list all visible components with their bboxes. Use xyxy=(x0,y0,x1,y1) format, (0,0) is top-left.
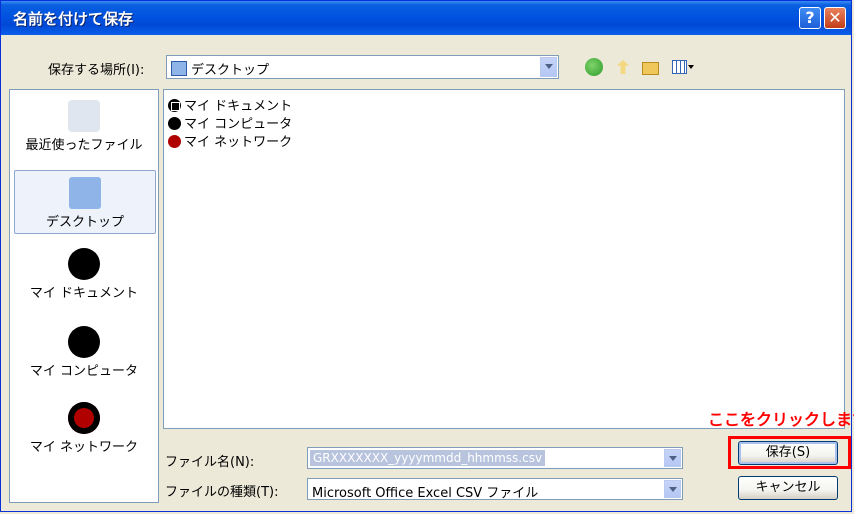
chevron-down-icon[interactable] xyxy=(664,480,681,498)
file-name: マイ ネットワーク xyxy=(184,135,293,150)
lookin-dropdown[interactable]: デスクトップ xyxy=(166,55,559,79)
list-item[interactable]: マイ ドキュメント xyxy=(168,95,292,114)
place-my-documents[interactable]: マイ ドキュメント xyxy=(14,248,154,301)
chevron-down-icon[interactable] xyxy=(540,57,557,77)
my-network-icon xyxy=(168,135,181,148)
place-label: デスクトップ xyxy=(45,215,124,230)
place-recent-files[interactable]: 最近使ったファイル xyxy=(14,100,154,153)
view-menu-icon[interactable] xyxy=(671,58,697,76)
file-list[interactable]: マイ ドキュメント マイ コンピュータ マイ ネットワーク xyxy=(163,89,845,429)
desktop-icon xyxy=(69,177,101,209)
save-as-dialog: 名前を付けて保存 ? ✕ 保存する場所(I): デスクトップ 最近使ったファイル… xyxy=(0,0,854,512)
up-folder-icon[interactable] xyxy=(614,58,632,76)
list-item[interactable]: マイ ネットワーク xyxy=(168,131,292,150)
save-button[interactable]: 保存(S) xyxy=(738,441,838,465)
close-button[interactable]: ✕ xyxy=(824,7,846,29)
filename-value: GRXXXXXXX_yyyymmdd_hhmmss.csv xyxy=(310,450,546,466)
back-icon[interactable] xyxy=(585,58,603,76)
lookin-label: 保存する場所(I): xyxy=(48,63,145,78)
place-label: マイ ネットワーク xyxy=(29,440,139,455)
place-label: 最近使ったファイル xyxy=(25,138,143,153)
lookin-value: デスクトップ xyxy=(191,63,270,78)
title-bar[interactable]: 名前を付けて保存 ? ✕ xyxy=(1,1,851,35)
file-name: マイ ドキュメント xyxy=(184,99,293,114)
my-documents-icon xyxy=(68,248,100,280)
place-my-computer[interactable]: マイ コンピュータ xyxy=(14,326,154,379)
filetype-value: Microsoft Office Excel CSV ファイル xyxy=(312,486,539,501)
place-my-network[interactable]: マイ ネットワーク xyxy=(14,402,154,455)
chevron-down-icon[interactable] xyxy=(664,449,681,467)
file-name: マイ コンピュータ xyxy=(184,117,293,132)
filetype-label: ファイルの種類(T): xyxy=(165,485,279,500)
my-documents-icon xyxy=(168,99,181,112)
desktop-icon xyxy=(171,61,187,76)
places-bar: 最近使ったファイル デスクトップ マイ ドキュメント マイ コンピュータ マイ … xyxy=(9,89,159,503)
cancel-button[interactable]: キャンセル xyxy=(738,476,838,500)
dialog-title: 名前を付けて保存 xyxy=(13,10,134,28)
filename-label: ファイル名(N): xyxy=(165,455,255,470)
recent-files-icon xyxy=(68,100,100,132)
help-button[interactable]: ? xyxy=(799,7,821,29)
place-label: マイ コンピュータ xyxy=(29,364,139,379)
my-computer-icon xyxy=(168,117,181,130)
list-item[interactable]: マイ コンピュータ xyxy=(168,113,292,132)
place-desktop[interactable]: デスクトップ xyxy=(14,170,156,234)
filename-field[interactable]: GRXXXXXXX_yyyymmdd_hhmmss.csv xyxy=(307,447,683,469)
place-label: マイ ドキュメント xyxy=(29,286,139,301)
my-computer-icon xyxy=(68,326,100,358)
new-folder-icon[interactable] xyxy=(641,58,659,76)
filetype-dropdown[interactable]: Microsoft Office Excel CSV ファイル xyxy=(307,478,683,501)
click-here-annotation: ここをクリックします xyxy=(708,410,854,429)
my-network-icon xyxy=(68,402,100,434)
